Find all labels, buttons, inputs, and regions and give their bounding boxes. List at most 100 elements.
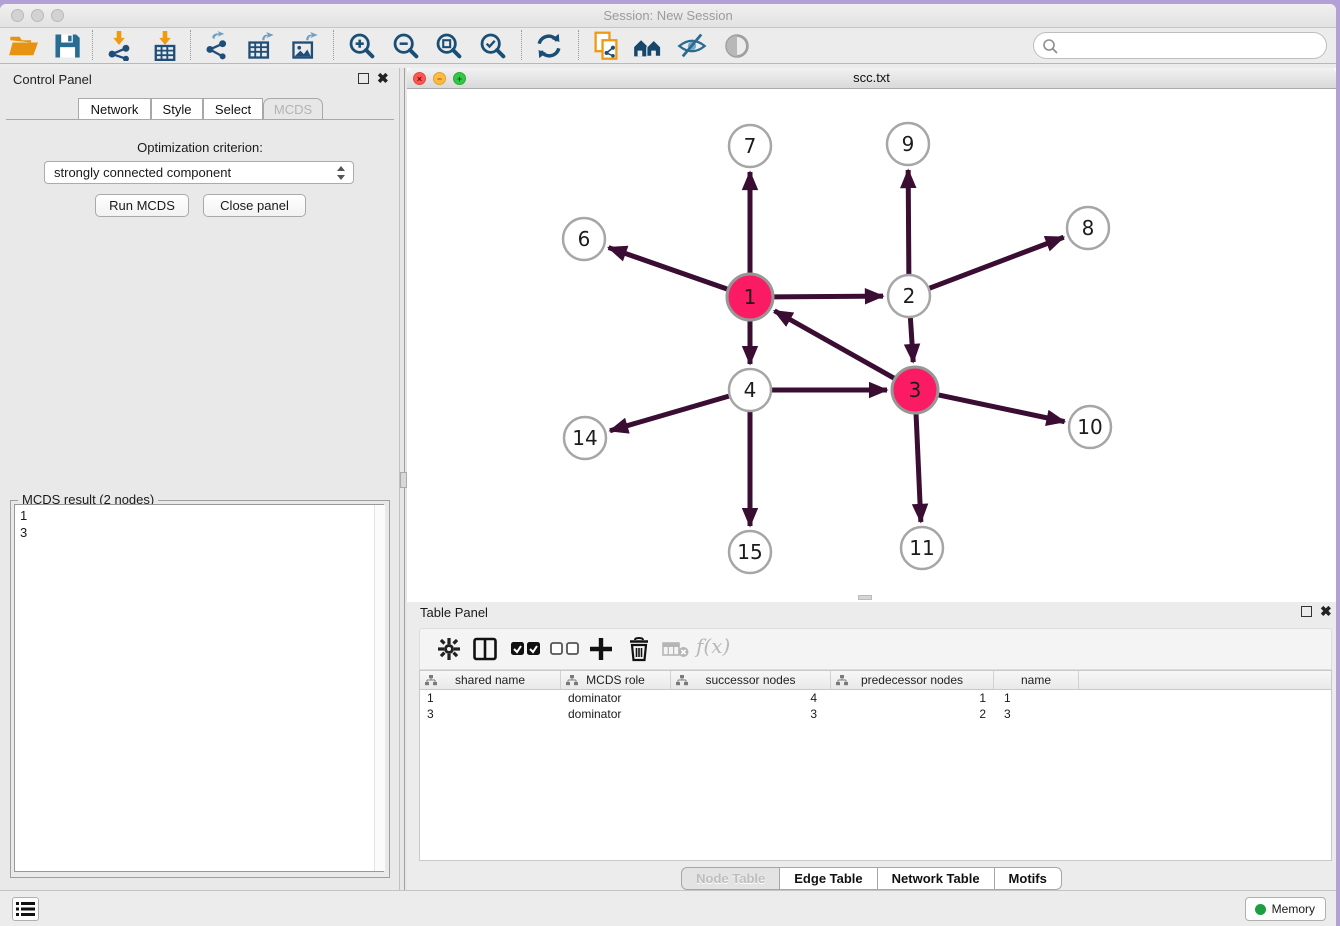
column-header-mcds-role[interactable]: MCDS role: [561, 671, 671, 689]
run-mcds-button[interactable]: Run MCDS: [95, 194, 189, 217]
column-header-predecessor-nodes[interactable]: predecessor nodes: [831, 671, 994, 689]
float-table-panel-icon[interactable]: [1301, 606, 1312, 617]
network-graph: 7968124314101511: [407, 89, 1336, 598]
node-label-9: 9: [902, 132, 915, 156]
import-network-icon[interactable]: [104, 31, 134, 61]
select-all-columns-icon[interactable]: [510, 641, 542, 662]
cell-predecessor-nodes[interactable]: 1: [831, 690, 994, 706]
minimize-window-button[interactable]: [31, 9, 44, 22]
search-input[interactable]: [1062, 35, 1317, 56]
criterion-dropdown[interactable]: strongly connected component: [44, 161, 354, 184]
maximize-window-button[interactable]: [51, 9, 64, 22]
tab-style[interactable]: Style: [151, 98, 203, 120]
panel-divider[interactable]: [400, 68, 407, 890]
close-panel-icon[interactable]: ✖: [377, 70, 389, 87]
column-header-successor-nodes[interactable]: successor nodes: [671, 671, 831, 689]
edge-4-14[interactable]: [610, 396, 729, 431]
mcds-result-text[interactable]: 1 3: [14, 504, 384, 872]
app-title: Session: New Session: [0, 4, 1336, 28]
export-image-icon[interactable]: [290, 31, 320, 61]
delete-column-icon[interactable]: [626, 636, 652, 667]
network-canvas[interactable]: 7968124314101511: [407, 89, 1336, 602]
refresh-view-icon[interactable]: [534, 31, 564, 61]
edge-1-2[interactable]: [774, 296, 883, 297]
export-table-icon[interactable]: [246, 31, 276, 61]
edge-3-1[interactable]: [774, 311, 894, 378]
float-panel-icon[interactable]: [358, 73, 369, 84]
table-tabs: Node Table Edge Table Network Table Moti…: [407, 867, 1336, 890]
cell-name[interactable]: 3: [994, 706, 1079, 722]
import-table-icon[interactable]: [150, 31, 180, 61]
table-settings-icon[interactable]: [436, 636, 462, 667]
close-panel-button[interactable]: Close panel: [203, 194, 306, 217]
duplicate-network-icon[interactable]: [591, 31, 621, 61]
table-panel-title: Table Panel: [420, 605, 488, 620]
edge-2-3[interactable]: [910, 318, 913, 362]
search-icon: [1042, 38, 1059, 55]
column-header-shared-name[interactable]: shared name: [420, 671, 561, 689]
tab-select[interactable]: Select: [203, 98, 263, 120]
search-box: [1033, 32, 1327, 59]
edge-3-11[interactable]: [916, 414, 921, 522]
network-maximize-icon[interactable]: +: [453, 72, 466, 85]
zoom-selected-icon[interactable]: [478, 31, 508, 61]
table-panel: Table Panel ✖ f(x): [407, 602, 1336, 890]
status-bar: Memory: [0, 890, 1336, 926]
table-row[interactable]: 1 dominator 4 1 1: [420, 690, 1331, 706]
column-header-name[interactable]: name: [994, 671, 1079, 689]
tab-mcds[interactable]: MCDS: [263, 98, 323, 120]
node-table[interactable]: shared name MCDS role successor nodes pr…: [419, 670, 1332, 861]
app-window: Session: New Session: [0, 4, 1336, 926]
zoom-in-icon[interactable]: [347, 31, 377, 61]
network-minimize-icon[interactable]: −: [433, 72, 446, 85]
node-label-7: 7: [744, 134, 757, 158]
table-row[interactable]: 3 dominator 3 2 3: [420, 706, 1331, 722]
tab-network[interactable]: Network: [78, 98, 151, 120]
edge-3-10[interactable]: [938, 395, 1064, 422]
edge-1-6[interactable]: [609, 248, 728, 290]
tab-edge-table[interactable]: Edge Table: [780, 867, 877, 890]
edge-2-8[interactable]: [930, 237, 1064, 288]
cell-predecessor-nodes[interactable]: 2: [831, 706, 994, 722]
edge-2-9[interactable]: [908, 170, 909, 274]
cell-successor-nodes[interactable]: 3: [671, 706, 831, 722]
split-table-icon[interactable]: [472, 636, 498, 667]
cell-name[interactable]: 1: [994, 690, 1079, 706]
mcds-result-scrollbar[interactable]: [374, 505, 385, 871]
tab-network-table[interactable]: Network Table: [878, 867, 995, 890]
control-panel: Control Panel ✖ Network Style Select MCD…: [0, 68, 400, 890]
close-window-button[interactable]: [11, 9, 24, 22]
hide-selected-icon[interactable]: [677, 31, 707, 61]
cell-shared-name[interactable]: 1: [420, 690, 561, 706]
table-header-row: shared name MCDS role successor nodes pr…: [420, 671, 1331, 690]
control-panel-tabs: Network Style Select MCDS: [0, 98, 399, 120]
tab-motifs[interactable]: Motifs: [995, 867, 1062, 890]
memory-button[interactable]: Memory: [1245, 897, 1326, 921]
memory-status-icon: [1255, 904, 1266, 915]
cell-mcds-role[interactable]: dominator: [561, 690, 671, 706]
open-session-icon[interactable]: [8, 31, 38, 61]
node-label-15: 15: [737, 540, 762, 564]
node-label-2: 2: [903, 284, 916, 308]
show-all-networks-icon[interactable]: [633, 31, 663, 61]
zoom-fit-icon[interactable]: [434, 31, 464, 61]
tab-node-table[interactable]: Node Table: [681, 867, 780, 890]
network-close-icon[interactable]: ×: [413, 72, 426, 85]
zoom-out-icon[interactable]: [391, 31, 421, 61]
export-network-icon[interactable]: [203, 31, 233, 61]
node-label-3: 3: [909, 378, 922, 402]
task-history-button[interactable]: [12, 897, 39, 921]
tree-icon: [566, 675, 578, 686]
node-label-6: 6: [578, 227, 591, 251]
cell-mcds-role[interactable]: dominator: [561, 706, 671, 722]
node-label-1: 1: [744, 285, 757, 309]
add-column-icon[interactable]: [588, 636, 614, 667]
function-builder-disabled-icon: f(x): [696, 634, 730, 658]
deselect-all-columns-icon[interactable]: [550, 642, 580, 661]
canvas-resize-handle[interactable]: [858, 595, 872, 600]
cell-shared-name[interactable]: 3: [420, 706, 561, 722]
cell-successor-nodes[interactable]: 4: [671, 690, 831, 706]
close-table-panel-icon[interactable]: ✖: [1320, 603, 1332, 620]
save-session-icon[interactable]: [52, 31, 82, 61]
divider-handle-icon[interactable]: [400, 472, 407, 488]
